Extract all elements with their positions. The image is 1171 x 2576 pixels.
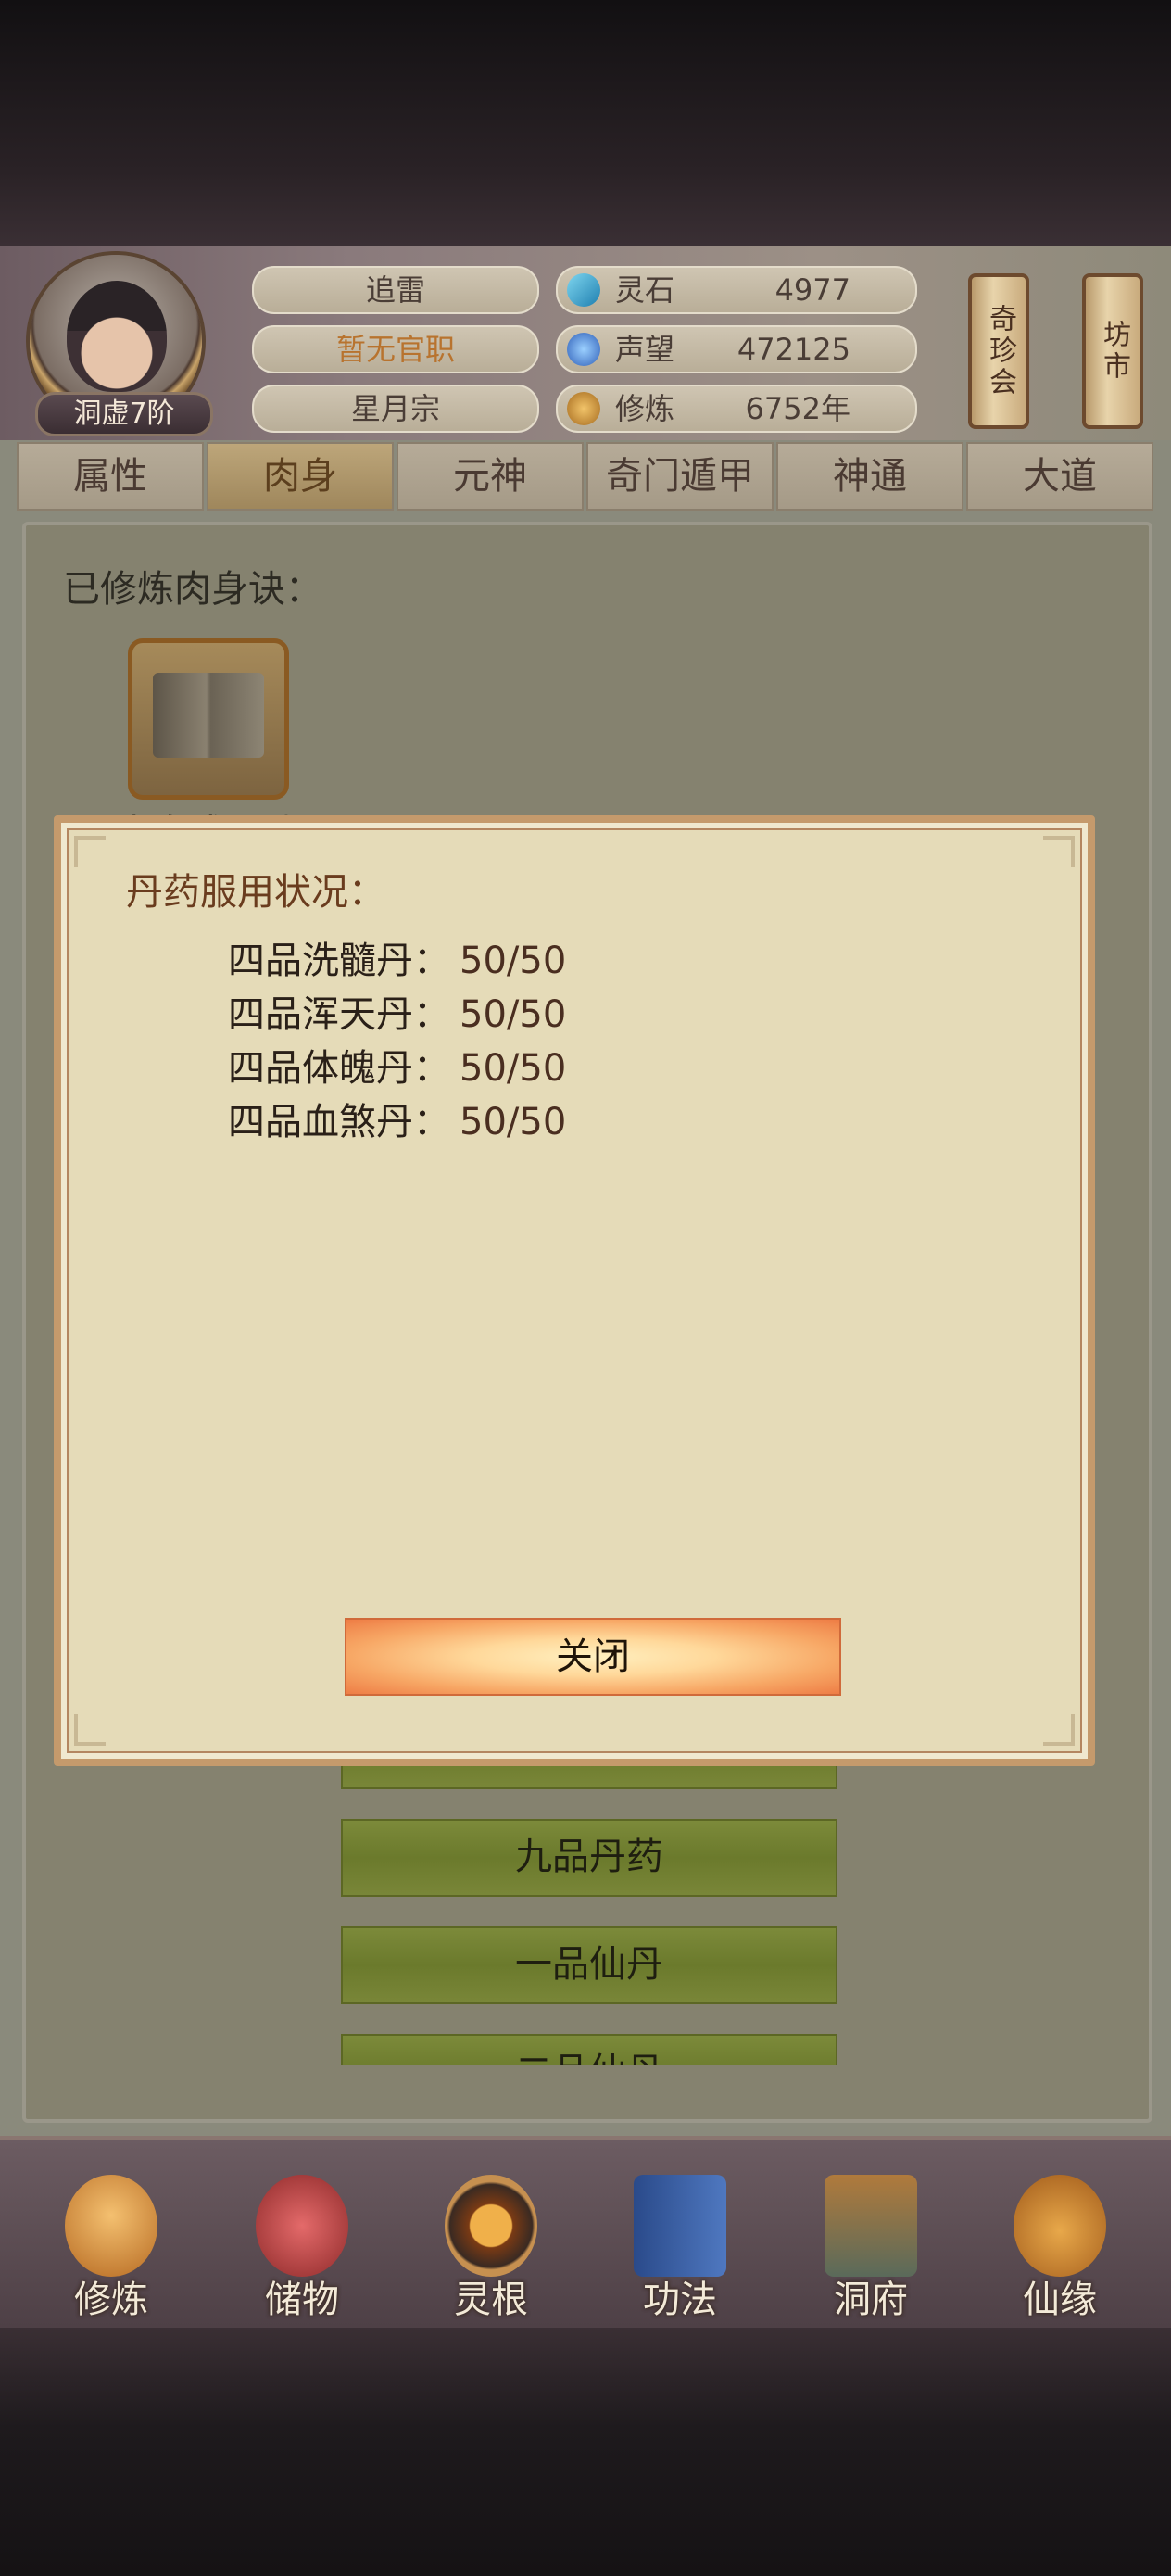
- dialog-corner-ornament: [74, 836, 106, 867]
- pill-row: 四品血煞丹： 50/50: [228, 1101, 567, 1143]
- dialog-title: 丹药服用状况：: [126, 871, 385, 914]
- dialog-corner-ornament: [1043, 836, 1075, 867]
- pill-row: 四品浑天丹： 50/50: [228, 993, 567, 1036]
- dialog-corner-ornament: [74, 1714, 106, 1746]
- pill-row: 四品体魄丹： 50/50: [228, 1047, 567, 1090]
- close-button[interactable]: 关闭: [345, 1618, 841, 1696]
- pill-row: 四品洗髓丹： 50/50: [228, 940, 567, 982]
- pill-status-dialog: 丹药服用状况： 四品洗髓丹： 50/50 四品浑天丹： 50/50 四品体魄丹： 50…: [54, 815, 1095, 1766]
- dialog-corner-ornament: [1043, 1714, 1075, 1746]
